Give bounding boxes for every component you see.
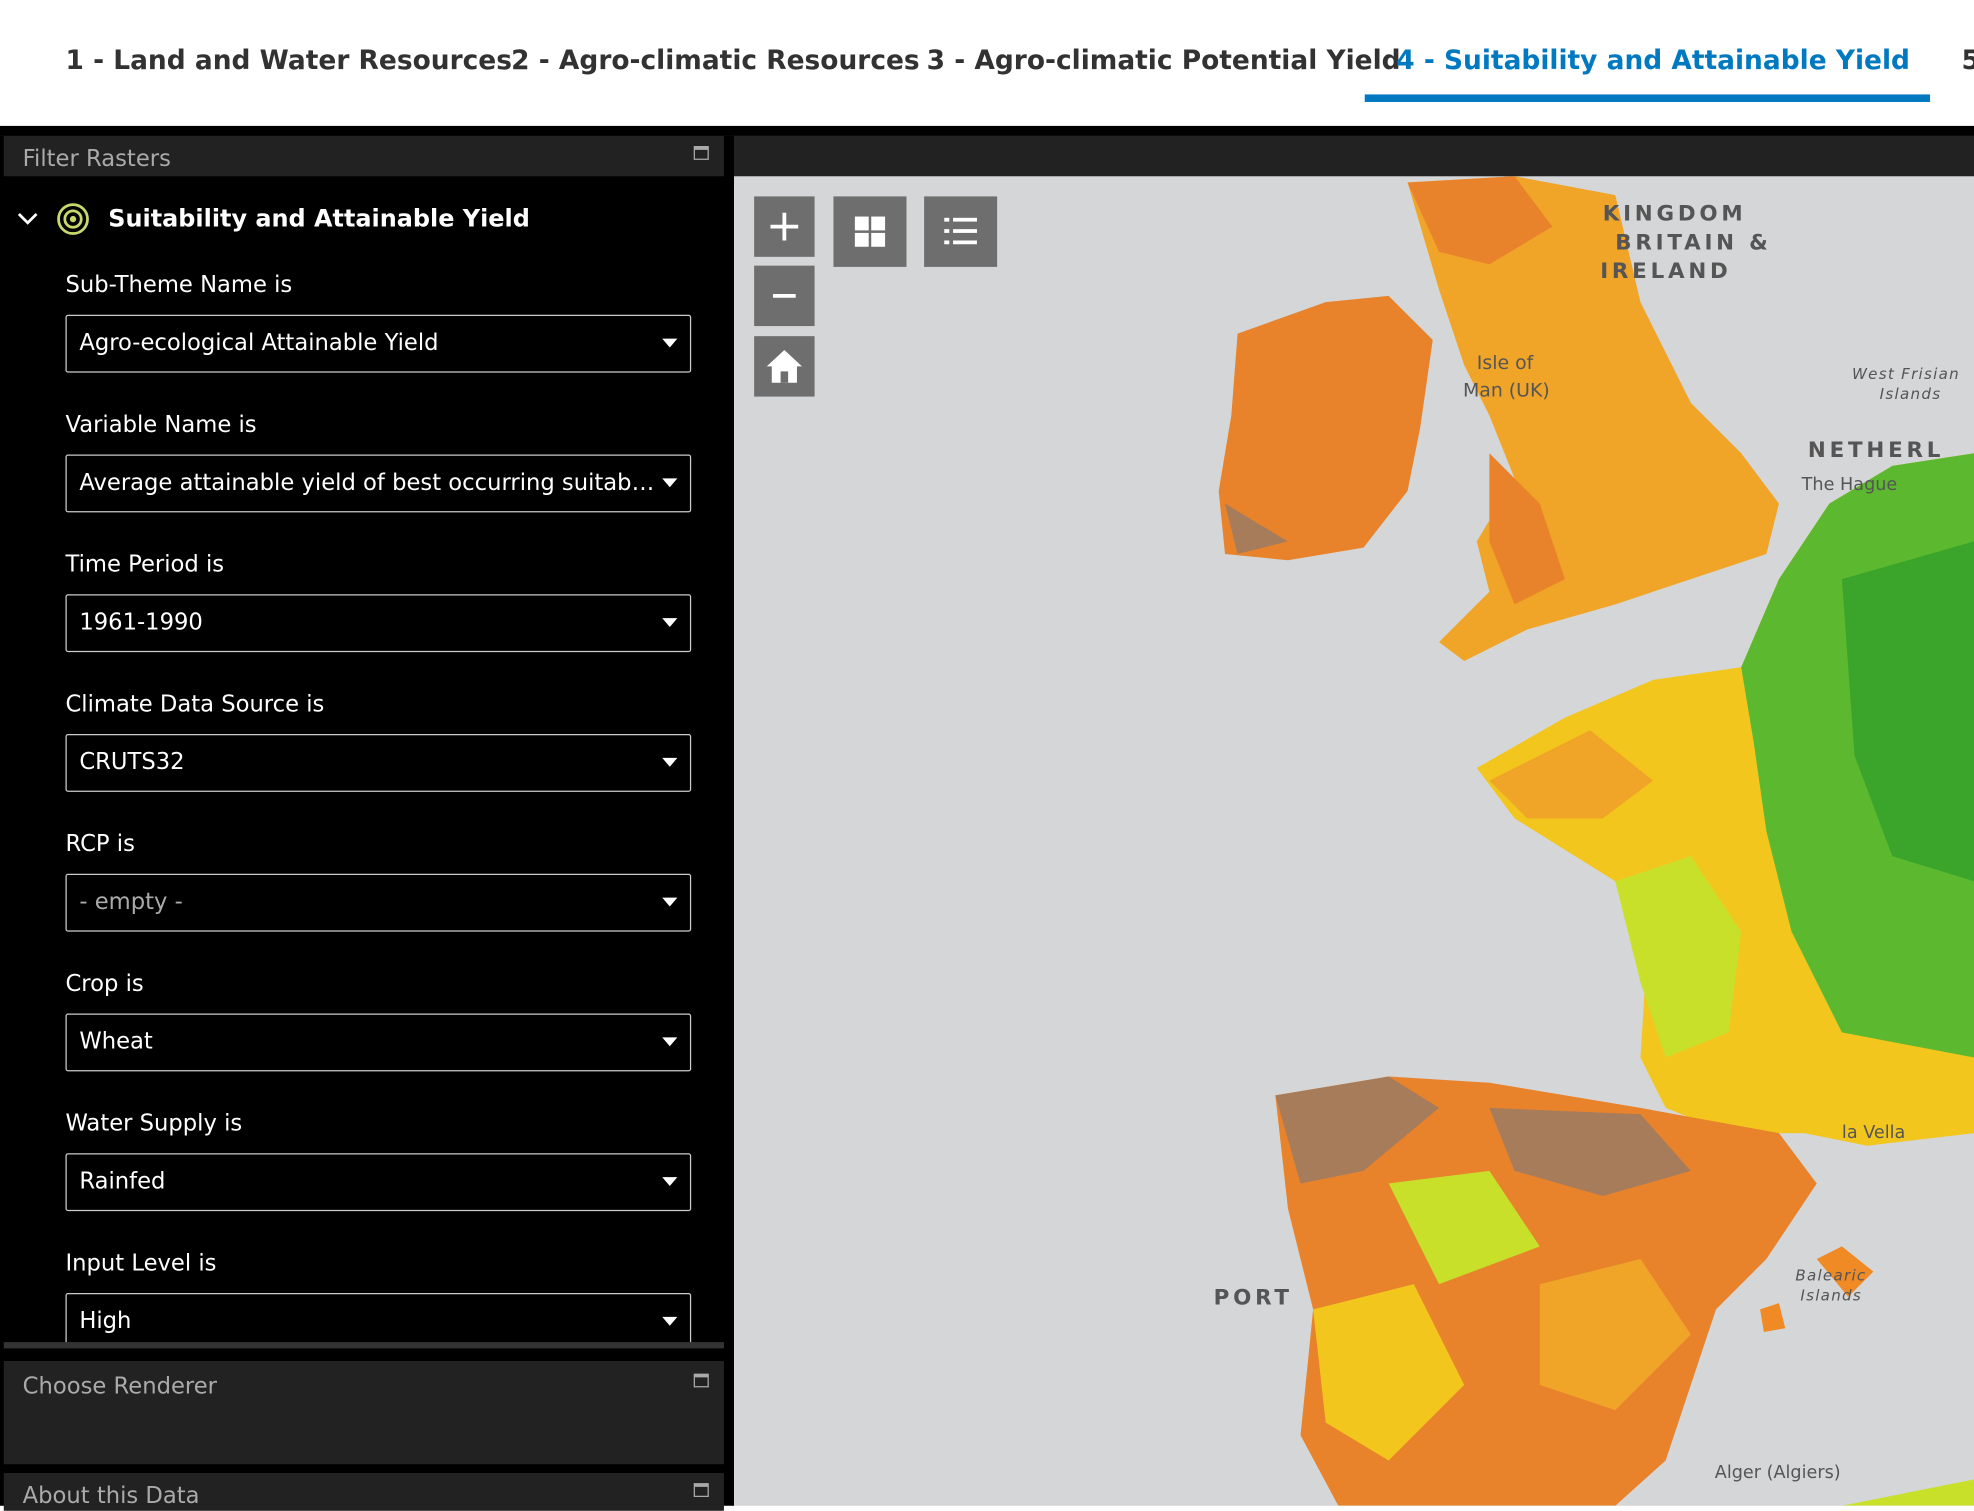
maximize-icon[interactable] <box>693 146 709 160</box>
climate-source-label: Climate Data Source is <box>65 691 325 718</box>
sub-theme-label: Sub-Theme Name is <box>65 271 293 299</box>
input-level-select[interactable]: High <box>65 1292 692 1345</box>
zoom-out-button[interactable] <box>754 265 815 327</box>
panel-title: Filter Rasters <box>22 146 171 173</box>
maximize-icon[interactable] <box>693 1483 709 1497</box>
map-label-netherlands: NETHERL <box>1807 438 1945 464</box>
map-label-algiers: Alger (Algiers) <box>1714 1462 1841 1484</box>
climate-source-select[interactable]: CRUTS32 <box>65 733 692 792</box>
map-raster-layer <box>1218 176 1974 1506</box>
input-level-value: High <box>79 1308 132 1335</box>
filter-rasters-header[interactable]: Filter Rasters <box>3 135 724 177</box>
target-icon <box>57 203 89 235</box>
basemap-gallery-button[interactable] <box>833 196 907 267</box>
chevron-down-icon[interactable] <box>15 210 40 228</box>
filter-group-title: Suitability and Attainable Yield <box>108 205 530 233</box>
caret-down-icon <box>662 1316 678 1326</box>
theme-tab-bar: 1 - Land and Water Resources 2 - Agro-cl… <box>0 0 1974 126</box>
map-label-uk: KINGDOM <box>1602 201 1747 227</box>
rcp-label: RCP is <box>65 830 135 858</box>
home-button[interactable] <box>754 336 815 397</box>
caret-down-icon <box>662 338 678 348</box>
home-icon <box>766 350 802 383</box>
time-period-value: 1961-1990 <box>79 609 203 636</box>
map-label-balearic-1: Balearic <box>1795 1266 1867 1285</box>
caret-down-icon <box>662 478 678 488</box>
map-label-isle-of-man-1: Isle of <box>1476 351 1534 374</box>
sub-theme-select[interactable]: Agro-ecological Attainable Yield <box>65 314 692 373</box>
sidebar: Filter Rasters Suitability and Attainabl… <box>0 135 734 1511</box>
variable-name-select[interactable]: Average attainable yield of best occurri… <box>65 454 692 513</box>
active-tab-indicator <box>1364 94 1931 102</box>
map-label-isle-of-man-2: Man (UK) <box>1462 378 1550 402</box>
crop-select[interactable]: Wheat <box>65 1013 692 1072</box>
map-label-the-hague: The Hague <box>1801 474 1898 495</box>
tab-suitability-attainable-yield[interactable]: 4 - Suitability and Attainable Yield <box>1396 45 1910 75</box>
minus-icon <box>773 293 796 298</box>
caret-down-icon <box>662 897 678 907</box>
plus-icon <box>770 212 799 241</box>
map-view[interactable]: KINGDOM BRITAIN & IRELAND Isle of Man (U… <box>733 135 1974 1506</box>
caret-down-icon <box>662 1037 678 1047</box>
filter-body: Suitability and Attainable Yield Sub-The… <box>0 176 734 1345</box>
variable-name-label: Variable Name is <box>65 411 257 439</box>
map-header-bar <box>733 135 1974 177</box>
maximize-icon[interactable] <box>693 1373 709 1388</box>
map-label-frisian-2: Islands <box>1879 385 1942 403</box>
water-supply-label: Water Supply is <box>65 1110 243 1137</box>
zoom-in-button[interactable] <box>754 196 815 257</box>
choose-renderer-panel[interactable]: Choose Renderer <box>3 1360 724 1465</box>
map-label-andorra: la Vella <box>1841 1123 1906 1144</box>
water-supply-value: Rainfed <box>79 1168 166 1195</box>
time-period-select[interactable]: 1961-1990 <box>65 594 692 653</box>
filter-group-header[interactable]: Suitability and Attainable Yield <box>15 201 530 236</box>
map-label-uk2: BRITAIN & <box>1615 230 1772 256</box>
time-period-label: Time Period is <box>65 551 225 578</box>
rcp-select[interactable]: - empty - <box>65 873 692 932</box>
crop-value: Wheat <box>79 1028 153 1056</box>
map-label-portugal: PORT <box>1213 1285 1293 1311</box>
water-supply-select[interactable]: Rainfed <box>65 1153 692 1212</box>
rcp-value: - empty - <box>79 888 183 916</box>
grid-icon <box>854 216 886 247</box>
crop-label: Crop is <box>65 970 144 998</box>
caret-down-icon <box>662 757 678 767</box>
tab-agro-climatic-resources[interactable]: 2 - Agro-climatic Resources <box>511 45 920 75</box>
tab-land-water[interactable]: 1 - Land and Water Resources <box>65 45 511 75</box>
map-label-balearic-2: Islands <box>1800 1286 1863 1305</box>
map-label-frisian-1: West Frisian <box>1851 365 1960 383</box>
variable-name-value: Average attainable yield of best occurri… <box>79 469 692 497</box>
panel-title: Choose Renderer <box>22 1373 217 1401</box>
tab-5[interactable]: 5 <box>1962 45 1974 75</box>
sub-theme-value: Agro-ecological Attainable Yield <box>79 329 439 357</box>
map-label-uk3: IRELAND <box>1600 259 1732 285</box>
list-icon <box>944 217 977 245</box>
caret-down-icon <box>662 1177 678 1186</box>
climate-source-value: CRUTS32 <box>79 749 185 776</box>
caret-down-icon <box>662 618 678 627</box>
input-level-label: Input Level is <box>65 1250 217 1277</box>
legend-button[interactable] <box>924 196 998 267</box>
divider <box>0 125 1974 136</box>
panel-scrollbar[interactable] <box>3 1342 724 1349</box>
about-data-panel[interactable]: About this Data <box>3 1473 724 1511</box>
tab-agro-climatic-potential-yield[interactable]: 3 - Agro-climatic Potential Yield <box>927 45 1401 75</box>
